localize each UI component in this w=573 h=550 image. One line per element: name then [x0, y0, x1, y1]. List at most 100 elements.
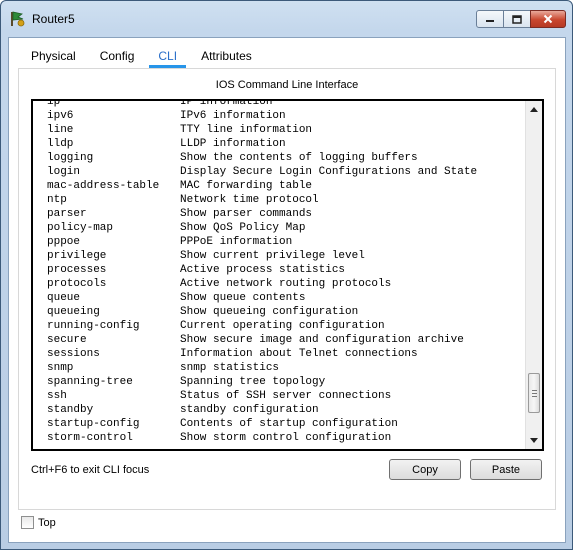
tab-label: Attributes — [201, 49, 252, 63]
command-name: ssh — [47, 390, 67, 402]
command-name: protocols — [47, 278, 107, 290]
command-name: line — [47, 124, 74, 136]
scroll-up-button[interactable] — [526, 101, 542, 118]
command-name: storm-control — [47, 432, 133, 444]
terminal-line: logging Show the contents of logging buff… — [47, 151, 522, 165]
terminal-line: queueing Show queueing configuration — [47, 305, 522, 319]
tab-bar: Physical Config CLI Attributes — [19, 46, 264, 68]
tab-physical[interactable]: Physical — [19, 46, 88, 68]
terminal-line: standby standby configuration — [47, 403, 522, 417]
terminal-line: spanning-tree Spanning tree topology — [47, 375, 522, 389]
command-name: mac-address-table — [47, 180, 160, 192]
close-button[interactable] — [530, 10, 566, 28]
scroll-down-button[interactable] — [526, 432, 542, 449]
terminal-line: parser Show parser commands — [47, 207, 522, 221]
cli-title: IOS Command Line Interface — [215, 79, 359, 91]
window-client: Physical Config CLI Attributes IOS Comma… — [8, 37, 566, 543]
tab-label: CLI — [158, 49, 178, 63]
command-name: lldp — [47, 138, 74, 150]
terminal-line: storm-control Show storm control configur… — [47, 431, 522, 445]
grip-line — [532, 393, 537, 394]
command-description: Display Secure Login Configurations and … — [180, 166, 478, 178]
paste-button[interactable]: Paste — [470, 459, 542, 480]
command-description: Information about Telnet connections — [180, 348, 418, 360]
grip-line — [532, 390, 537, 391]
terminal-line: policy-map Show QoS Policy Map — [47, 221, 522, 235]
command-description: Show the contents of logging buffers — [180, 152, 418, 164]
scroll-thumb[interactable] — [528, 373, 540, 413]
command-description: Show queueing configuration — [180, 306, 359, 318]
command-name: queue — [47, 292, 81, 304]
command-description: PPPoE information — [180, 236, 293, 248]
cli-terminal[interactable]: ip IP information ipv6 IPv6 information line… — [31, 99, 544, 451]
command-description: Contents of startup configuration — [180, 418, 398, 430]
command-description: IP information — [180, 99, 273, 108]
cli-panel: IOS Command Line Interface ip IP informat… — [18, 68, 556, 510]
chevron-up-icon — [530, 107, 538, 112]
command-description: LLDP information — [180, 138, 286, 150]
router5-window: Router5 Physical Config CLI Attributes I… — [0, 0, 573, 550]
terminal-line: snmp snmp statistics — [47, 361, 522, 375]
terminal-line: ip IP information — [47, 99, 522, 109]
command-name: ip — [47, 99, 61, 108]
command-description: standby configuration — [180, 404, 319, 416]
title-bar[interactable]: Router5 — [1, 1, 572, 37]
maximize-button[interactable] — [503, 10, 531, 28]
command-description: Active network routing protocols — [180, 278, 392, 290]
command-name: running-config — [47, 320, 140, 332]
tab-cli[interactable]: CLI — [146, 46, 189, 68]
terminal-line: login Display Secure Login Configurations… — [47, 165, 522, 179]
top-checkbox[interactable] — [21, 516, 34, 529]
terminal-line: privilege Show current privilege level — [47, 249, 522, 263]
terminal-line: ntp Network time protocol — [47, 193, 522, 207]
terminal-line: sessions Information about Telnet connect… — [47, 347, 522, 361]
chevron-down-icon — [530, 438, 538, 443]
command-name: queueing — [47, 306, 100, 318]
command-description: Show secure image and configuration arch… — [180, 334, 464, 346]
terminal-line: processes Active process statistics — [47, 263, 522, 277]
terminal-line: running-config Current operating configur… — [47, 319, 522, 333]
terminal-line: secure Show secure image and configuratio… — [47, 333, 522, 347]
minimize-button[interactable] — [476, 10, 504, 28]
command-name: startup-config — [47, 418, 140, 430]
terminal-line: pppoe PPPoE information — [47, 235, 522, 249]
minimize-icon — [486, 20, 494, 22]
terminal-line: queue Show queue contents — [47, 291, 522, 305]
command-description: Show queue contents — [180, 292, 306, 304]
command-name: sessions — [47, 348, 100, 360]
command-description: IPv6 information — [180, 110, 286, 122]
command-description: Status of SSH server connections — [180, 390, 392, 402]
terminal-line: protocols Active network routing protocol… — [47, 277, 522, 291]
grip-line — [532, 396, 537, 397]
tab-attributes[interactable]: Attributes — [189, 46, 264, 68]
command-name: logging — [47, 152, 94, 164]
terminal-line: ipv6 IPv6 information — [47, 109, 522, 123]
copy-button[interactable]: Copy — [389, 459, 461, 480]
top-label: Top — [38, 516, 56, 529]
command-name: snmp — [47, 362, 74, 374]
command-name: processes — [47, 264, 107, 276]
maximize-icon — [512, 14, 522, 24]
exit-cli-hint: Ctrl+F6 to exit CLI focus — [31, 464, 150, 476]
command-description: TTY line information — [180, 124, 313, 136]
command-description: Current operating configuration — [180, 320, 385, 332]
terminal-line: startup-config Contents of startup config… — [47, 417, 522, 431]
terminal-output: ip IP information ipv6 IPv6 information line… — [47, 99, 522, 445]
tab-label: Config — [99, 49, 135, 63]
command-name: secure — [47, 334, 87, 346]
command-name: privilege — [47, 250, 107, 262]
command-description: Show storm control configuration — [180, 432, 392, 444]
window-controls — [476, 10, 566, 28]
terminal-line: mac-address-table MAC forwarding table — [47, 179, 522, 193]
command-name: parser — [47, 208, 87, 220]
command-name: pppoe — [47, 236, 81, 248]
terminal-line: ssh Status of SSH server connections — [47, 389, 522, 403]
command-name: login — [47, 166, 81, 178]
vertical-scrollbar[interactable] — [525, 101, 542, 449]
command-description: Network time protocol — [180, 194, 319, 206]
command-name: ntp — [47, 194, 67, 206]
window-title: Router5 — [32, 12, 75, 26]
top-option: Top — [21, 516, 56, 529]
tab-config[interactable]: Config — [88, 46, 147, 68]
command-description: Spanning tree topology — [180, 376, 326, 388]
